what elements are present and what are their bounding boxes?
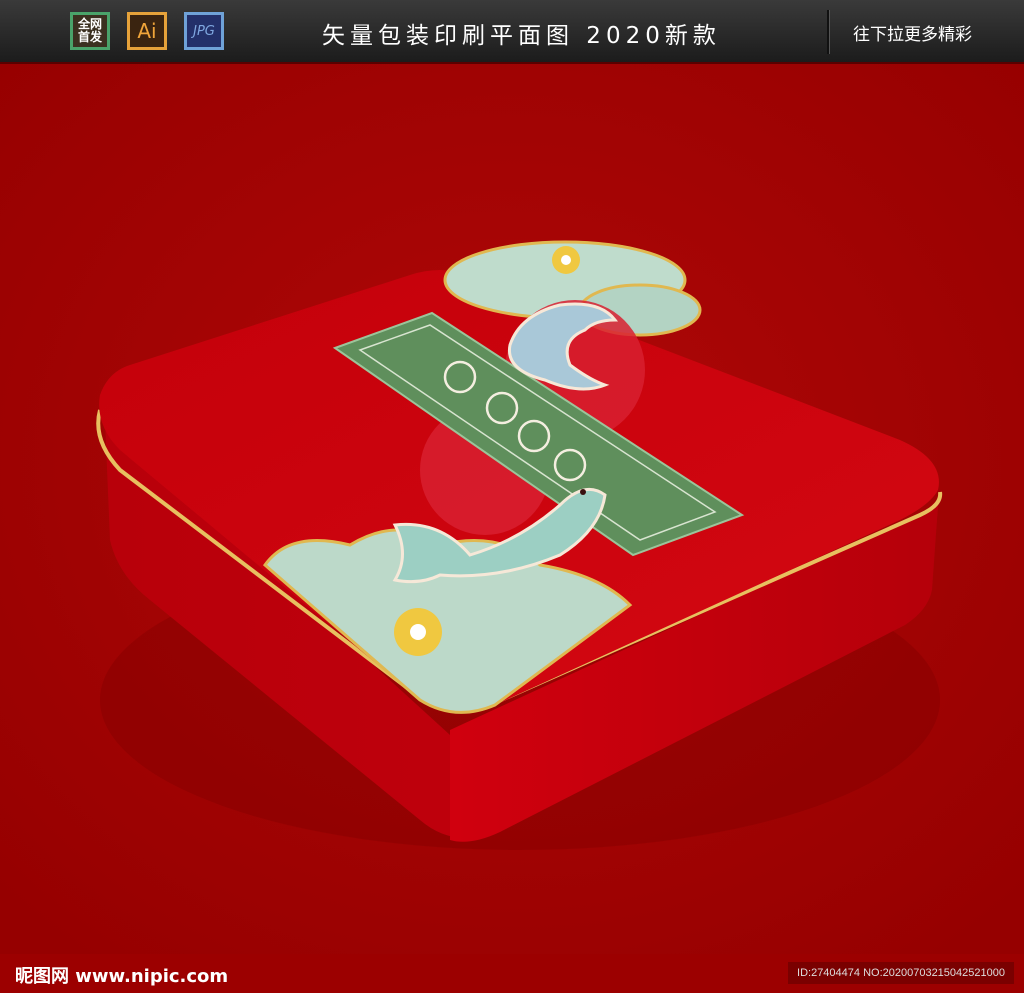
scroll-more-link[interactable]: 往下拉更多精彩 [853, 20, 972, 45]
divider [827, 10, 830, 54]
jpg-format-badge: JPG [184, 12, 224, 50]
ai-format-badge: Ai [127, 12, 167, 50]
first-release-badge: 全网 首发 [70, 12, 110, 50]
top-banner: 全网 首发 Ai JPG 矢量包装印刷平面图 2020新款 往下拉更多精彩 [0, 0, 1024, 64]
page-title: 矢量包装印刷平面图 2020新款 [322, 23, 721, 49]
image-id-label: ID:27404474 NO:20200703215042521000 [788, 962, 1014, 984]
nipic-watermark-logo: 昵图网 www.nipic.com [15, 966, 229, 987]
tin-box-mockup [0, 64, 1024, 954]
